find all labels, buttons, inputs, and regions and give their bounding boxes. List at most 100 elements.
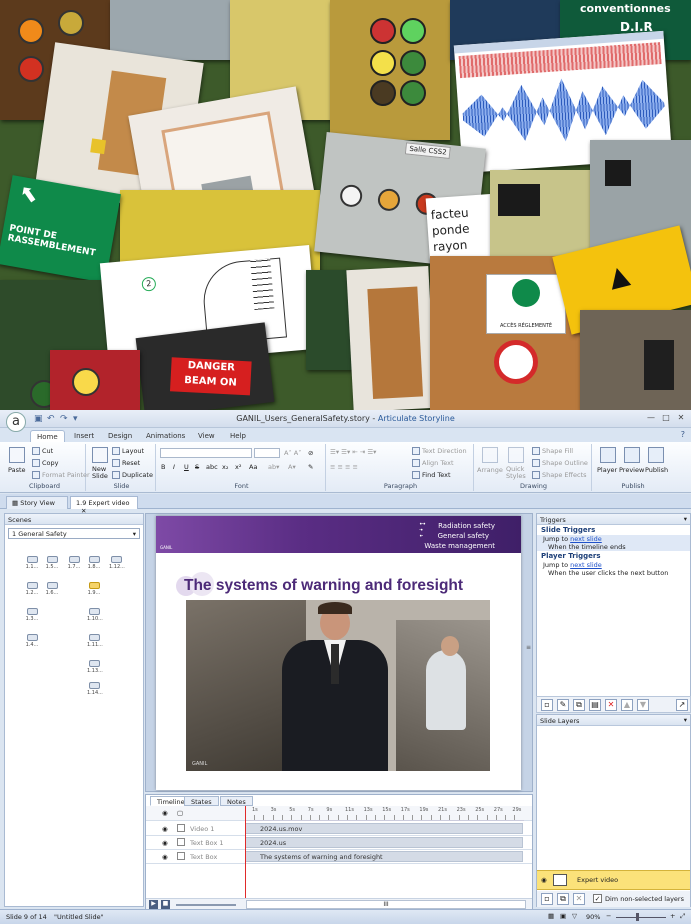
new-trigger-icon[interactable]: ▫: [541, 699, 553, 711]
timeline-scrollbar[interactable]: III: [246, 900, 526, 909]
eye-icon[interactable]: ◉: [162, 825, 168, 833]
duplicate-layer-icon[interactable]: ⧉: [557, 893, 569, 905]
publish-button[interactable]: Publish: [645, 466, 668, 474]
publish-icon[interactable]: [648, 447, 664, 463]
timeline-bar-textbox[interactable]: The systems of warning and foresight: [245, 851, 523, 862]
slide-thumb[interactable]: 1.6...: [45, 582, 59, 596]
stop-icon[interactable]: ■: [161, 900, 170, 909]
bold-button[interactable]: B: [161, 463, 165, 471]
minimize-icon[interactable]: —: [644, 413, 658, 424]
strikethrough-button[interactable]: S: [195, 463, 199, 471]
dim-layers-checkbox[interactable]: ✓: [593, 894, 602, 903]
shape-fill-button[interactable]: Shape Fill: [532, 447, 573, 455]
cut-button[interactable]: Cut: [32, 447, 53, 455]
arrange-icon[interactable]: [482, 447, 498, 463]
help-icon[interactable]: ?: [681, 430, 685, 439]
player-trigger-item[interactable]: Jump to next slide When the user clicks …: [537, 561, 690, 577]
new-slide-button[interactable]: New Slide: [92, 466, 110, 480]
tab-design[interactable]: Design: [102, 430, 138, 442]
zoom-thumb[interactable]: [636, 913, 639, 921]
find-text-button[interactable]: Find Text: [412, 471, 451, 479]
arrange-button[interactable]: Arrange: [477, 466, 503, 474]
copy-button[interactable]: Copy: [32, 459, 59, 467]
timeline-row[interactable]: ◉ Text Box The systems of warning and fo…: [146, 850, 532, 864]
quick-styles-icon[interactable]: [508, 447, 524, 463]
slide-thumb[interactable]: 1.14...: [87, 682, 103, 696]
slide-trigger-item[interactable]: Jump to next slide When the timeline end…: [537, 535, 690, 551]
fit-icon[interactable]: ⤢: [680, 912, 685, 921]
font-size-select[interactable]: [254, 448, 280, 458]
timeline-bar-video[interactable]: 2024.us.mov: [245, 823, 523, 834]
preview-button[interactable]: Preview: [619, 466, 644, 474]
slide-title[interactable]: The systems of warning and foresight: [184, 577, 463, 595]
slide-thumb[interactable]: 1.2...: [25, 582, 39, 596]
timeline-row[interactable]: ◉ Video 1 2024.us.mov: [146, 822, 532, 836]
change-case-button[interactable]: Aa: [249, 463, 257, 471]
slide-thumb[interactable]: 1.10...: [87, 608, 103, 622]
shape-outline-button[interactable]: Shape Outline: [532, 459, 588, 467]
zoom-out-icon[interactable]: −: [606, 912, 611, 920]
slide-thumb[interactable]: 1.12...: [109, 556, 125, 570]
slide-thumb[interactable]: 1.7...: [67, 556, 81, 570]
paste-button[interactable]: Paste: [8, 466, 26, 474]
shape-effects-button[interactable]: Shape Effects: [532, 471, 587, 479]
superscript-button[interactable]: x²: [235, 463, 241, 471]
copy-trigger-icon[interactable]: ⧉: [573, 699, 585, 711]
player-button[interactable]: Player: [597, 466, 617, 474]
tab-expert-video[interactable]: 1.9 Expert video ✕: [70, 496, 138, 515]
maximize-icon[interactable]: □: [659, 413, 673, 424]
eye-icon[interactable]: ◉: [162, 853, 168, 861]
layout-button[interactable]: Layout: [112, 447, 144, 455]
duplicate-button[interactable]: Duplicate: [112, 471, 153, 479]
lock-checkbox[interactable]: [177, 852, 185, 860]
scene-select[interactable]: 1 General Safety ▾: [8, 528, 140, 539]
underline-button[interactable]: U: [184, 463, 189, 471]
highlight-color-icon[interactable]: ab▾: [268, 463, 279, 471]
edit-trigger-icon[interactable]: ✎: [557, 699, 569, 711]
zoom-slider[interactable]: [616, 917, 666, 918]
format-icon[interactable]: ✎: [308, 463, 313, 471]
tab-view[interactable]: View: [192, 430, 221, 442]
preview-icon[interactable]: [624, 447, 640, 463]
expand-icon[interactable]: ↗: [676, 699, 688, 711]
tab-help[interactable]: Help: [224, 430, 252, 442]
paste-icon[interactable]: [9, 447, 25, 463]
slide-thumb-selected[interactable]: 1.9...: [87, 582, 101, 596]
font-family-select[interactable]: [160, 448, 252, 458]
zoom-slider[interactable]: [176, 904, 236, 906]
next-slide-link[interactable]: next slide: [570, 561, 602, 569]
strike-text-button[interactable]: abc: [206, 463, 218, 471]
timeline-row[interactable]: ◉ Text Box 1 2024.us: [146, 836, 532, 850]
move-up-icon[interactable]: ▲: [621, 699, 633, 711]
delete-trigger-icon[interactable]: ✕: [605, 699, 617, 711]
new-layer-icon[interactable]: ▫: [541, 893, 553, 905]
lock-icon[interactable]: ▢: [177, 809, 183, 817]
player-icon[interactable]: [600, 447, 616, 463]
subscript-button[interactable]: x₂: [222, 463, 228, 471]
clear-format-icon[interactable]: ⊘: [308, 449, 313, 457]
chevron-down-icon[interactable]: ▾: [684, 716, 687, 724]
eye-icon[interactable]: ◉: [162, 809, 168, 817]
base-layer-row[interactable]: ◉ Expert video: [537, 870, 690, 890]
new-slide-icon[interactable]: [92, 447, 108, 463]
view-story-icon[interactable]: ▣: [560, 912, 566, 920]
stage-scroll-icon[interactable]: ≡: [526, 644, 531, 651]
view-normal-icon[interactable]: ▦: [548, 912, 554, 920]
slide-thumb[interactable]: 1.4...: [25, 634, 39, 648]
grow-font-icon[interactable]: A˄ A˅: [284, 449, 301, 457]
tab-home[interactable]: Home: [30, 430, 65, 442]
timeline-bar-textbox1[interactable]: 2024.us: [245, 837, 523, 848]
close-icon[interactable]: ✕: [674, 413, 688, 424]
delete-layer-icon[interactable]: ✕: [573, 893, 585, 905]
expert-video[interactable]: GANIL: [186, 600, 490, 771]
quick-styles-button[interactable]: Quick Styles: [506, 466, 526, 480]
text-direction-button[interactable]: Text Direction: [412, 447, 467, 455]
chevron-down-icon[interactable]: ▾: [684, 515, 687, 523]
move-down-icon[interactable]: ▼: [637, 699, 649, 711]
italic-button[interactable]: I: [173, 463, 175, 471]
tab-animations[interactable]: Animations: [140, 430, 191, 442]
slide-thumb[interactable]: 1.5...: [45, 556, 59, 570]
slide-thumb[interactable]: 1.8...: [87, 556, 101, 570]
app-logo-button[interactable]: a: [6, 412, 26, 432]
playhead[interactable]: [245, 806, 246, 898]
